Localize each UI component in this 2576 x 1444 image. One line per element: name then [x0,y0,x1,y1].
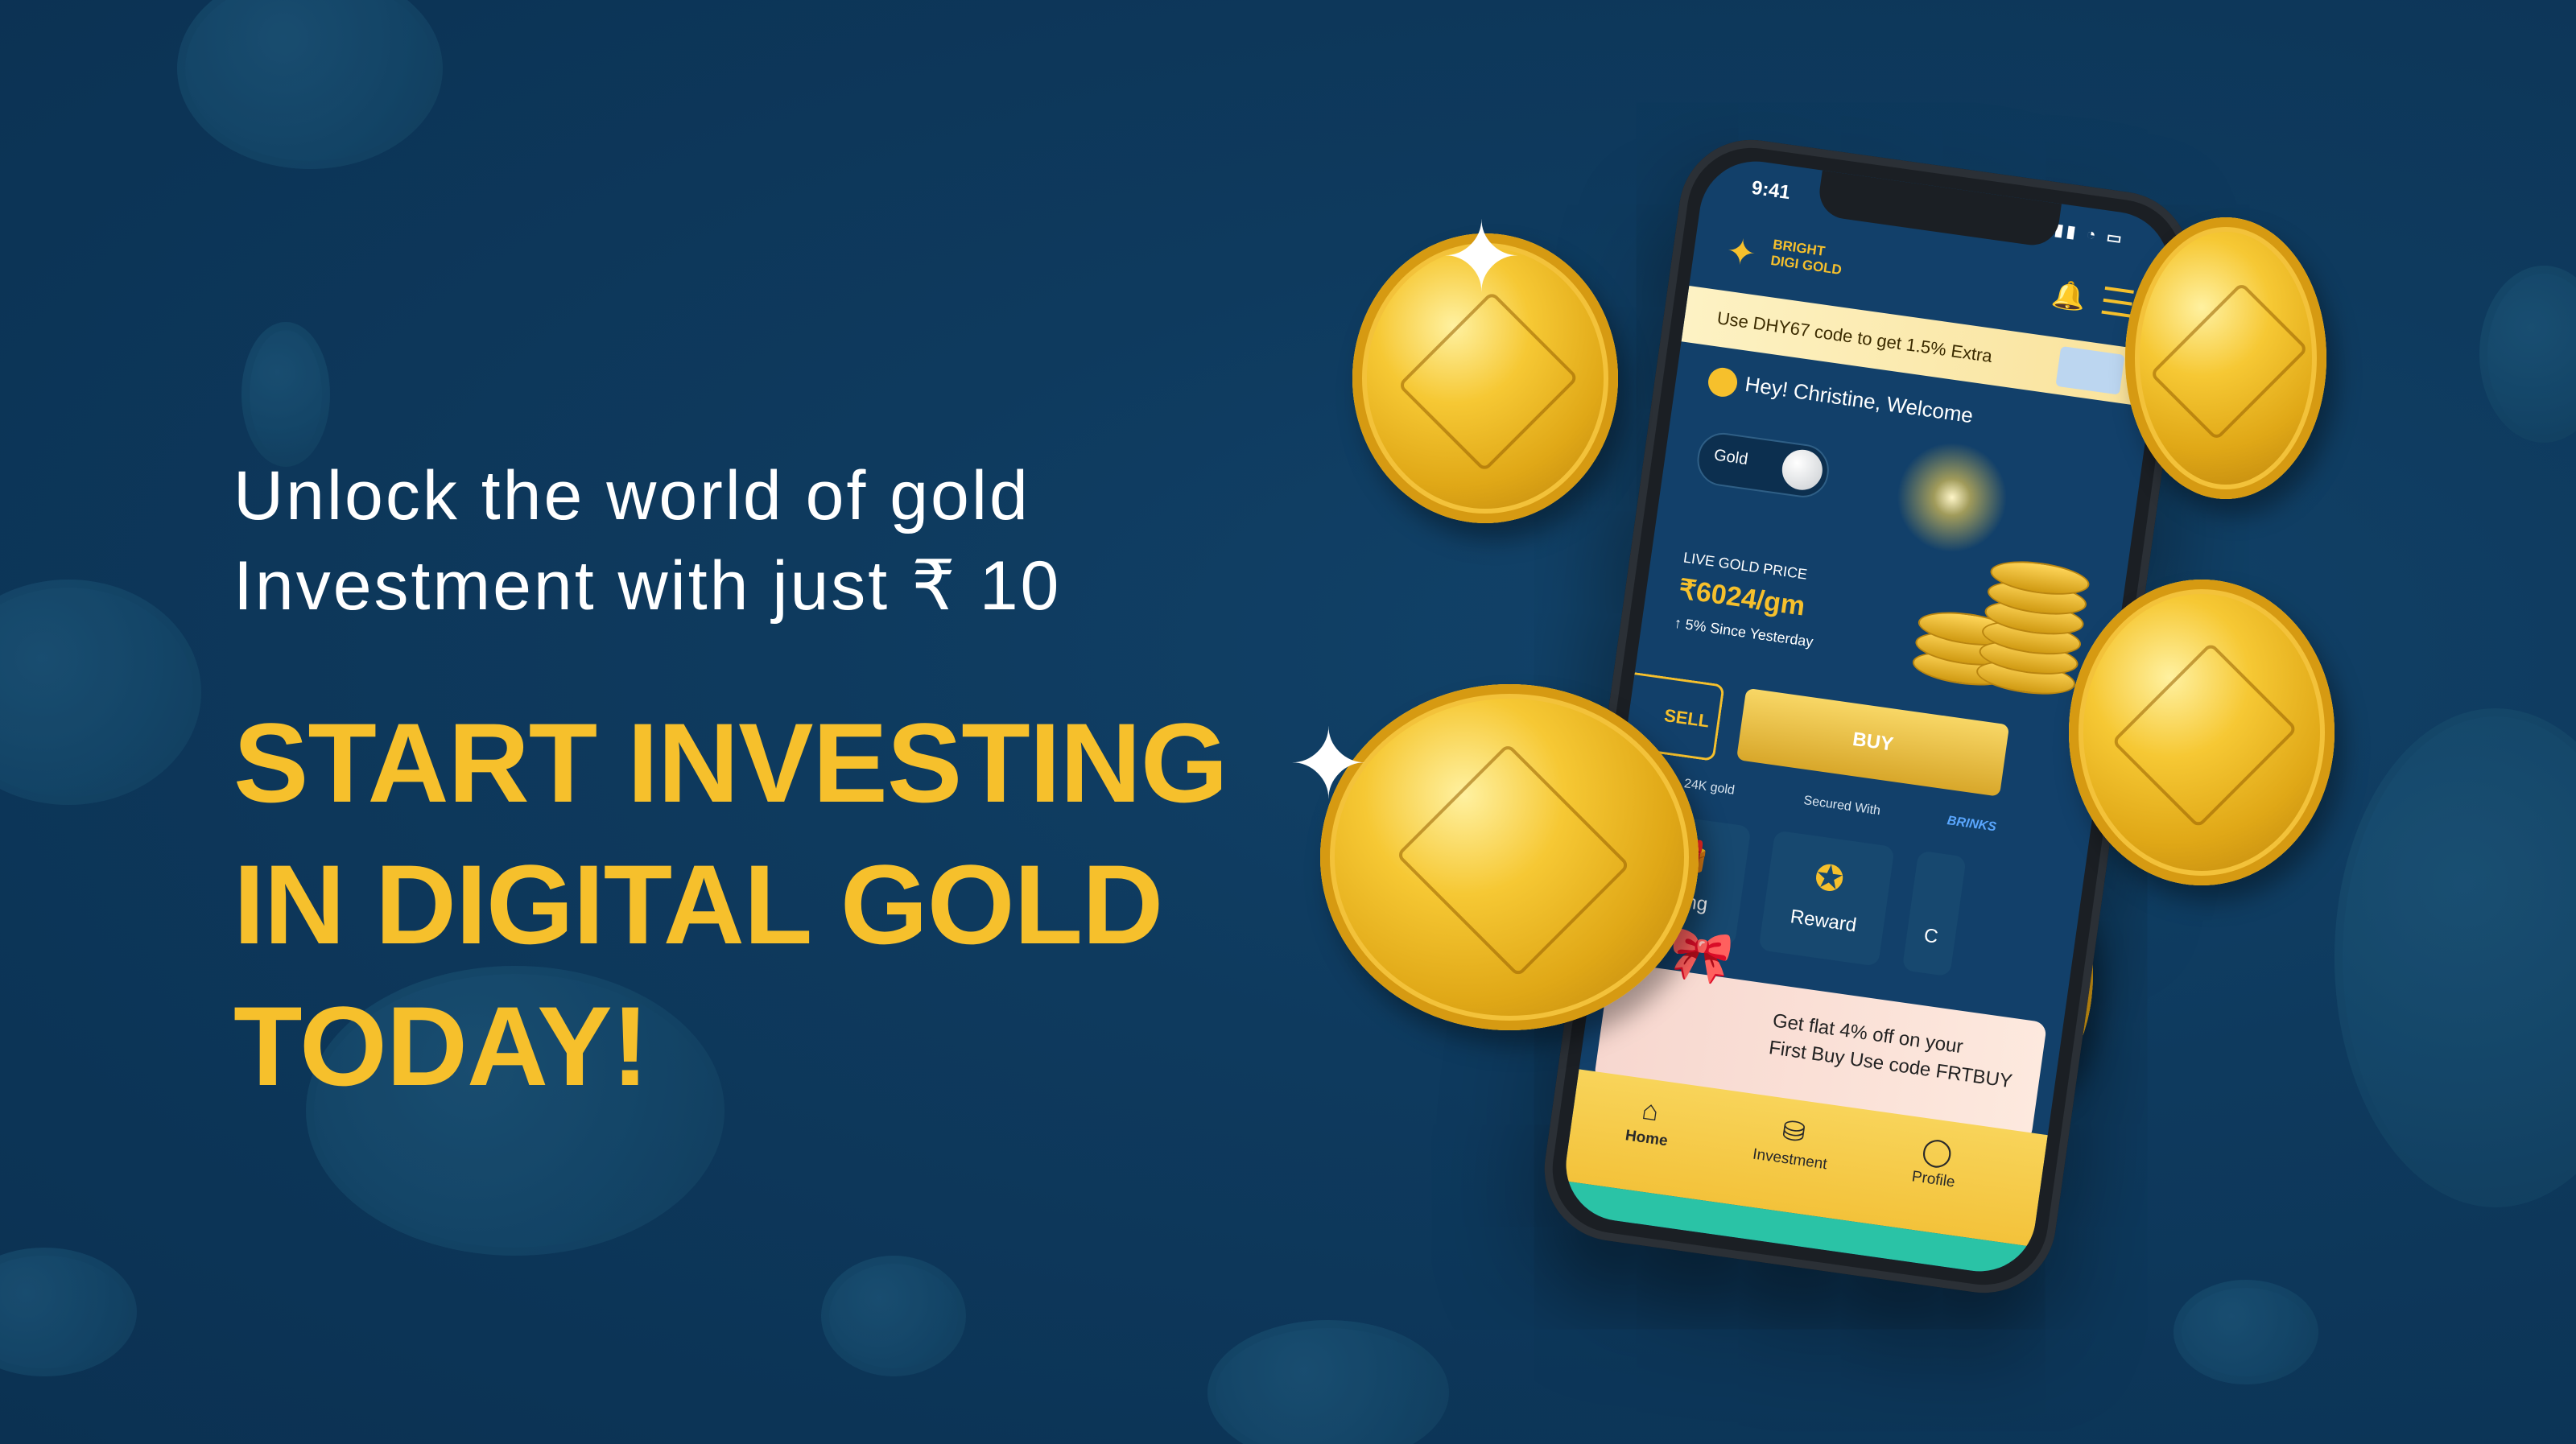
nav-home[interactable]: ⌂ Home [1585,1087,1712,1156]
profile-icon: ◯ [1920,1134,1955,1170]
investment-icon: ⛁ [1780,1115,1808,1149]
background-coin [242,322,330,467]
tile-icon [1913,870,1962,919]
welcome-text: Hey! Christine, Welcome [1743,371,1975,428]
gold-coin [2125,217,2326,499]
buy-button[interactable]: BUY [1736,687,2010,797]
status-time: 9:41 [1750,176,1792,204]
background-coin [2174,1280,2318,1384]
subheadline-line: Investment with just ₹ 10 [233,547,1062,625]
bell-icon[interactable]: 🔔 [2050,278,2087,315]
avatar [1706,365,1740,399]
subheadline-line: Unlock the world of gold [233,457,1030,534]
headline-line: TODAY! [233,983,649,1109]
headline: START INVESTING IN DIGITAL GOLD TODAY! [233,692,1228,1117]
coin-emblem [1397,291,1579,472]
background-coin [821,1256,966,1376]
headline-line: IN DIGITAL GOLD [233,841,1163,967]
ticket-icon [2055,345,2125,395]
gold-coin [2069,580,2334,885]
nav-label: Profile [1910,1168,1956,1191]
subheadline: Unlock the world of gold Investment with… [233,451,1061,631]
background-coin [0,1248,137,1376]
sparkle-icon: ✦ [1288,711,1369,819]
brand-name: BRIGHT DIGI GOLD [1769,237,1844,278]
background-coin [2479,266,2576,443]
offer-text: Get flat 4% off on your First Buy Use co… [1767,1007,2017,1095]
tile-reward[interactable]: ✪ Reward [1758,830,1895,967]
sparkle-icon: ✦ [1441,204,1522,311]
background-coin [177,0,443,169]
brand-logo-icon: ✦ [1724,231,1759,274]
trust-row: 24K gold Secured With BRINKS [1682,777,2074,834]
nav-label: Home [1624,1127,1669,1150]
coin-emblem [1395,743,1630,978]
purity-text: 24K gold [1682,777,1736,798]
nav-investment[interactable]: ⛁ Investment [1729,1108,1856,1177]
coin-stack-illustration [1901,526,2099,710]
tile-partial[interactable]: C [1901,850,1967,977]
toggle-knob [1779,447,1826,493]
background-coin [2334,708,2576,1207]
secured-with-text: Secured With [1802,794,1881,819]
coin-emblem [2111,642,2299,830]
menu-icon[interactable] [2101,286,2134,318]
toggle-label: Gold [1712,446,1749,469]
gold-coin [1320,684,1699,1030]
gold-silver-toggle[interactable]: Gold [1694,429,1832,501]
coin-emblem [2149,282,2309,441]
promo-banner: Unlock the world of gold Investment with… [0,0,2576,1444]
nav-profile[interactable]: ◯ Profile [1872,1128,2000,1197]
tile-label: Reward [1789,906,1858,937]
headline-line: START INVESTING [233,699,1228,826]
reward-badge-icon: ✪ [1811,857,1847,901]
home-icon: ⌂ [1640,1094,1661,1128]
brinks-logo: BRINKS [1946,814,1997,835]
signal-wifi-battery-icon: ▮▮ ◔ ▭ [2053,221,2127,249]
background-coin [1208,1320,1449,1444]
background-coin [0,580,201,805]
tile-label: C [1922,924,1940,948]
